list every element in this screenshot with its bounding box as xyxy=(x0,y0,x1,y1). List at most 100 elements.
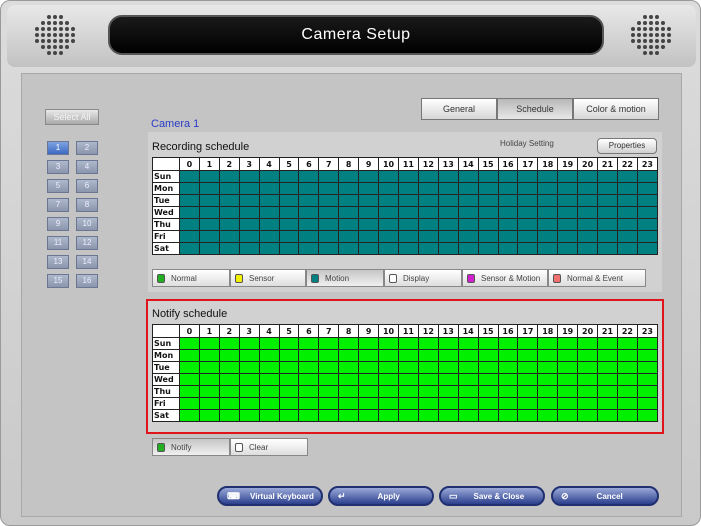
recording-schedule-cell[interactable] xyxy=(636,182,659,195)
recording-schedule-cell[interactable] xyxy=(597,170,618,183)
recording-hour-header[interactable]: 19 xyxy=(557,157,579,171)
recording-hour-header[interactable]: 14 xyxy=(457,157,479,171)
recording-schedule-cell[interactable] xyxy=(378,230,399,243)
recording-day-label[interactable]: Sat xyxy=(152,242,180,255)
recording-schedule-cell[interactable] xyxy=(417,182,439,195)
recording-schedule-cell[interactable] xyxy=(477,218,499,231)
recording-schedule-cell[interactable] xyxy=(537,170,559,183)
recording-schedule-cell[interactable] xyxy=(636,242,659,255)
recording-schedule-cell[interactable] xyxy=(557,242,579,255)
recording-schedule-cell[interactable] xyxy=(457,242,479,255)
recording-schedule-cell[interactable] xyxy=(218,242,240,255)
recording-hour-header[interactable]: 11 xyxy=(397,157,419,171)
recording-hour-header[interactable]: 15 xyxy=(477,157,499,171)
recording-schedule-cell[interactable] xyxy=(179,170,200,183)
recording-schedule-cell[interactable] xyxy=(457,182,479,195)
recording-day-label[interactable]: Wed xyxy=(152,206,180,219)
recording-schedule-cell[interactable] xyxy=(258,206,280,219)
recording-hour-header[interactable]: 0 xyxy=(179,157,200,171)
recording-schedule-cell[interactable] xyxy=(477,170,499,183)
recording-schedule-cell[interactable] xyxy=(597,230,618,243)
camera-button-13[interactable]: 13 xyxy=(47,255,69,269)
recording-schedule-cell[interactable] xyxy=(616,194,638,207)
recording-schedule-cell[interactable] xyxy=(358,170,380,183)
recording-schedule-cell[interactable] xyxy=(597,218,618,231)
recording-schedule-cell[interactable] xyxy=(278,218,300,231)
save-close-button[interactable]: ▭ Save & Close xyxy=(439,486,545,506)
recording-schedule-cell[interactable] xyxy=(198,170,220,183)
virtual-keyboard-button[interactable]: ⌨ Virtual Keyboard xyxy=(217,486,323,506)
recording-schedule-cell[interactable] xyxy=(557,206,579,219)
recording-legend-normal[interactable]: Normal xyxy=(152,269,230,287)
recording-schedule-cell[interactable] xyxy=(577,242,599,255)
recording-schedule-cell[interactable] xyxy=(597,194,618,207)
recording-schedule-cell[interactable] xyxy=(577,218,599,231)
recording-hour-header[interactable]: 13 xyxy=(437,157,459,171)
camera-button-6[interactable]: 6 xyxy=(76,179,98,193)
recording-schedule-cell[interactable] xyxy=(616,218,638,231)
recording-schedule-cell[interactable] xyxy=(477,242,499,255)
tab-color-motion[interactable]: Color & motion xyxy=(573,98,659,120)
recording-day-label[interactable]: Tue xyxy=(152,194,180,207)
recording-schedule-cell[interactable] xyxy=(318,182,340,195)
recording-schedule-cell[interactable] xyxy=(437,206,459,219)
recording-schedule-cell[interactable] xyxy=(278,194,300,207)
recording-schedule-cell[interactable] xyxy=(338,182,360,195)
camera-button-14[interactable]: 14 xyxy=(76,255,98,269)
recording-schedule-cell[interactable] xyxy=(616,170,638,183)
recording-schedule-cell[interactable] xyxy=(577,182,599,195)
recording-schedule-cell[interactable] xyxy=(378,206,399,219)
recording-schedule-cell[interactable] xyxy=(258,230,280,243)
recording-schedule-cell[interactable] xyxy=(636,206,659,219)
recording-schedule-cell[interactable] xyxy=(338,242,360,255)
recording-schedule-cell[interactable] xyxy=(417,206,439,219)
recording-schedule-cell[interactable] xyxy=(198,218,220,231)
recording-schedule-cell[interactable] xyxy=(278,182,300,195)
recording-schedule-cell[interactable] xyxy=(179,194,200,207)
recording-schedule-cell[interactable] xyxy=(338,218,360,231)
recording-schedule-cell[interactable] xyxy=(218,194,240,207)
recording-schedule-cell[interactable] xyxy=(417,194,439,207)
recording-hour-header[interactable]: 22 xyxy=(616,157,638,171)
recording-day-label[interactable]: Sun xyxy=(152,170,180,183)
recording-schedule-cell[interactable] xyxy=(358,218,380,231)
recording-schedule-cell[interactable] xyxy=(318,218,340,231)
recording-schedule-cell[interactable] xyxy=(577,230,599,243)
recording-schedule-cell[interactable] xyxy=(198,242,220,255)
recording-schedule-cell[interactable] xyxy=(517,206,539,219)
recording-schedule-cell[interactable] xyxy=(457,218,479,231)
recording-schedule-cell[interactable] xyxy=(457,230,479,243)
notify-legend-notify[interactable]: Notify xyxy=(152,438,230,456)
recording-schedule-cell[interactable] xyxy=(238,230,260,243)
recording-schedule-cell[interactable] xyxy=(218,182,240,195)
recording-schedule-cell[interactable] xyxy=(358,206,380,219)
recording-day-label[interactable]: Fri xyxy=(152,230,180,243)
recording-schedule-cell[interactable] xyxy=(577,170,599,183)
recording-schedule-cell[interactable] xyxy=(218,170,240,183)
recording-day-label[interactable]: Thu xyxy=(152,218,180,231)
recording-schedule-cell[interactable] xyxy=(298,206,320,219)
recording-schedule-cell[interactable] xyxy=(636,230,659,243)
recording-schedule-cell[interactable] xyxy=(358,182,380,195)
recording-schedule-cell[interactable] xyxy=(358,230,380,243)
recording-schedule-cell[interactable] xyxy=(258,170,280,183)
recording-schedule-cell[interactable] xyxy=(258,194,280,207)
recording-hour-header[interactable]: 12 xyxy=(417,157,439,171)
camera-button-3[interactable]: 3 xyxy=(47,160,69,174)
camera-button-9[interactable]: 9 xyxy=(47,217,69,231)
recording-schedule-cell[interactable] xyxy=(417,170,439,183)
recording-schedule-cell[interactable] xyxy=(517,230,539,243)
recording-schedule-cell[interactable] xyxy=(378,170,399,183)
recording-schedule-cell[interactable] xyxy=(298,182,320,195)
recording-schedule-cell[interactable] xyxy=(397,230,419,243)
camera-button-4[interactable]: 4 xyxy=(76,160,98,174)
recording-schedule-cell[interactable] xyxy=(198,206,220,219)
recording-schedule-cell[interactable] xyxy=(497,242,519,255)
recording-schedule-cell[interactable] xyxy=(537,230,559,243)
recording-day-label[interactable]: Mon xyxy=(152,182,180,195)
camera-button-11[interactable]: 11 xyxy=(47,236,69,250)
recording-schedule-cell[interactable] xyxy=(437,182,459,195)
recording-schedule-cell[interactable] xyxy=(258,218,280,231)
camera-button-16[interactable]: 16 xyxy=(76,274,98,288)
camera-button-10[interactable]: 10 xyxy=(76,217,98,231)
